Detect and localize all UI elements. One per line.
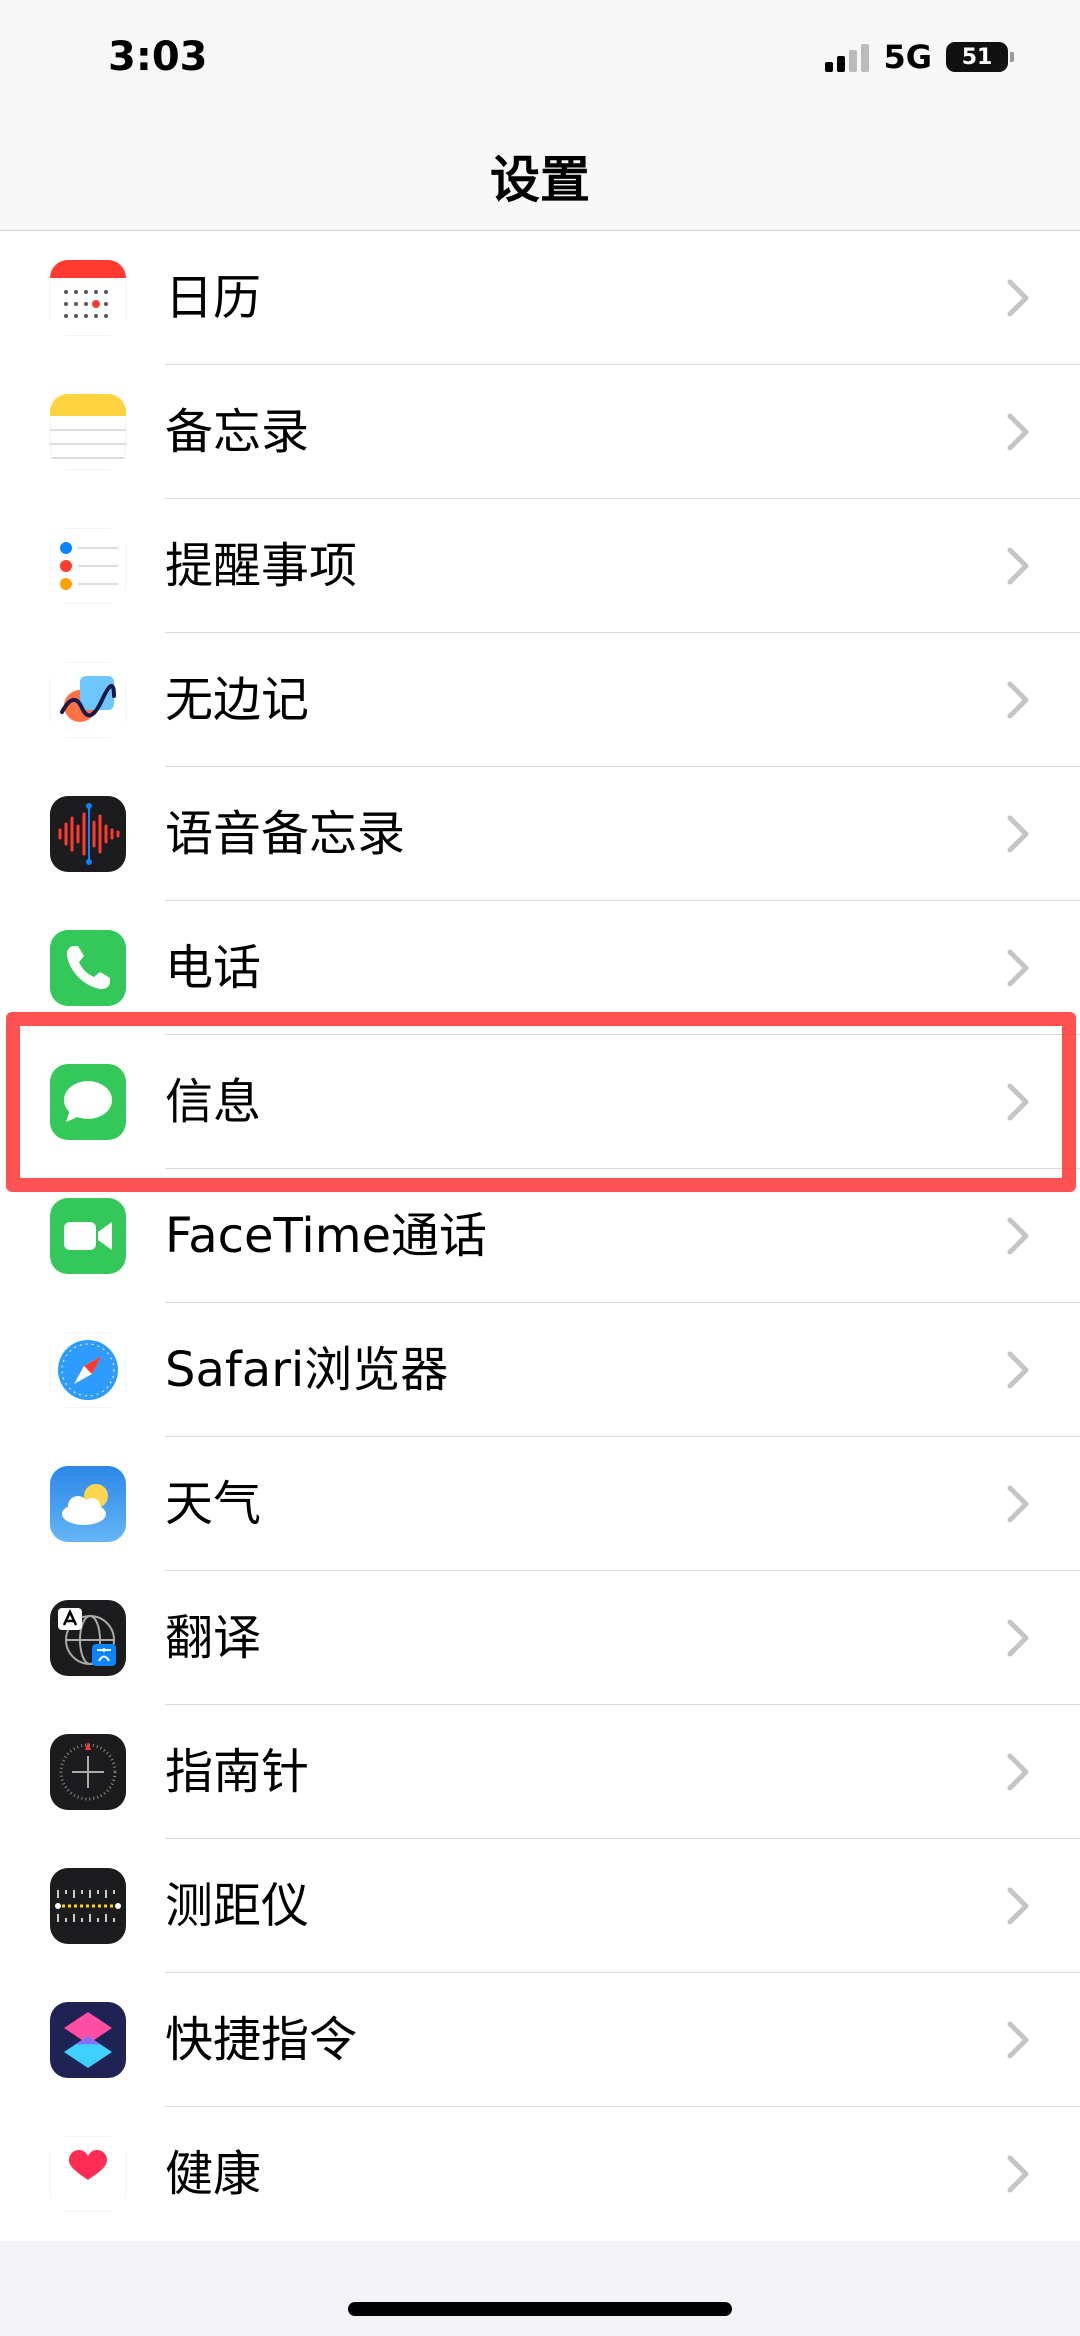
chevron-right-icon	[1006, 1082, 1030, 1122]
freeform-icon	[50, 662, 126, 738]
settings-item-reminders[interactable]: 提醒事项	[0, 499, 1080, 633]
settings-item-voice-memos[interactable]: 语音备忘录	[0, 767, 1080, 901]
settings-item-weather[interactable]: 天气	[0, 1437, 1080, 1571]
reminders-icon	[50, 528, 126, 604]
settings-item-label: FaceTime通话	[165, 1208, 488, 1264]
safari-icon	[50, 1332, 126, 1408]
settings-item-label: 无边记	[165, 672, 310, 728]
settings-item-label: 天气	[165, 1476, 262, 1532]
voice-memos-icon	[50, 796, 126, 872]
calendar-icon	[50, 260, 126, 336]
settings-item-translate[interactable]: 翻译	[0, 1571, 1080, 1705]
chevron-right-icon	[1006, 546, 1030, 586]
health-icon	[50, 2136, 126, 2212]
notes-icon	[50, 394, 126, 470]
settings-item-label: 电话	[165, 940, 262, 996]
compass-icon	[50, 1734, 126, 1810]
measure-icon	[50, 1868, 126, 1944]
settings-item-label: 翻译	[165, 1610, 262, 1666]
settings-item-phone[interactable]: 电话	[0, 901, 1080, 1035]
navigation-bar: 设置	[0, 120, 1080, 231]
settings-item-label: 信息	[165, 1074, 262, 1130]
settings-item-safari[interactable]: Safari浏览器	[0, 1303, 1080, 1437]
chevron-right-icon	[1006, 1484, 1030, 1524]
settings-item-label: 提醒事项	[165, 538, 358, 594]
battery-level: 51	[961, 44, 993, 70]
home-indicator[interactable]	[348, 2302, 732, 2316]
settings-item-freeform[interactable]: 无边记	[0, 633, 1080, 767]
shortcuts-icon	[50, 2002, 126, 2078]
settings-item-compass[interactable]: 指南针	[0, 1705, 1080, 1839]
status-time: 3:03	[108, 34, 208, 80]
settings-list: 日历 备忘录 提醒事项 无边记 语音备忘录 电话 信息 FaceTime通话 S…	[0, 231, 1080, 2241]
chevron-right-icon	[1006, 278, 1030, 318]
settings-item-health[interactable]: 健康	[0, 2107, 1080, 2241]
facetime-icon	[50, 1198, 126, 1274]
chevron-right-icon	[1006, 948, 1030, 988]
chevron-right-icon	[1006, 814, 1030, 854]
chevron-right-icon	[1006, 1886, 1030, 1926]
status-bar: 3:03 5G 51	[0, 0, 1080, 120]
chevron-right-icon	[1006, 1350, 1030, 1390]
settings-item-label: 备忘录	[165, 404, 310, 460]
network-type: 5G	[883, 38, 932, 76]
settings-item-label: 日历	[165, 270, 262, 326]
settings-item-label: 指南针	[165, 1744, 310, 1800]
weather-icon	[50, 1466, 126, 1542]
phone-icon	[50, 930, 126, 1006]
settings-item-label: 测距仪	[165, 1878, 310, 1934]
chevron-right-icon	[1006, 1752, 1030, 1792]
settings-item-calendar[interactable]: 日历	[0, 231, 1080, 365]
status-indicators: 5G 51	[825, 38, 1014, 76]
page-title: 设置	[490, 151, 590, 209]
cellular-signal-icon	[825, 42, 870, 72]
settings-item-notes[interactable]: 备忘录	[0, 365, 1080, 499]
settings-item-measure[interactable]: 测距仪	[0, 1839, 1080, 1973]
chevron-right-icon	[1006, 680, 1030, 720]
messages-icon	[50, 1064, 126, 1140]
settings-item-label: 快捷指令	[165, 2012, 358, 2068]
chevron-right-icon	[1006, 1216, 1030, 1256]
translate-icon	[50, 1600, 126, 1676]
chevron-right-icon	[1006, 2154, 1030, 2194]
settings-item-label: 语音备忘录	[165, 806, 406, 862]
settings-item-shortcuts[interactable]: 快捷指令	[0, 1973, 1080, 2107]
chevron-right-icon	[1006, 412, 1030, 452]
chevron-right-icon	[1006, 1618, 1030, 1658]
battery-icon: 51	[946, 42, 1014, 72]
settings-item-messages[interactable]: 信息	[0, 1035, 1080, 1169]
chevron-right-icon	[1006, 2020, 1030, 2060]
settings-item-label: Safari浏览器	[165, 1342, 449, 1398]
settings-item-facetime[interactable]: FaceTime通话	[0, 1169, 1080, 1303]
settings-item-label: 健康	[165, 2146, 262, 2202]
